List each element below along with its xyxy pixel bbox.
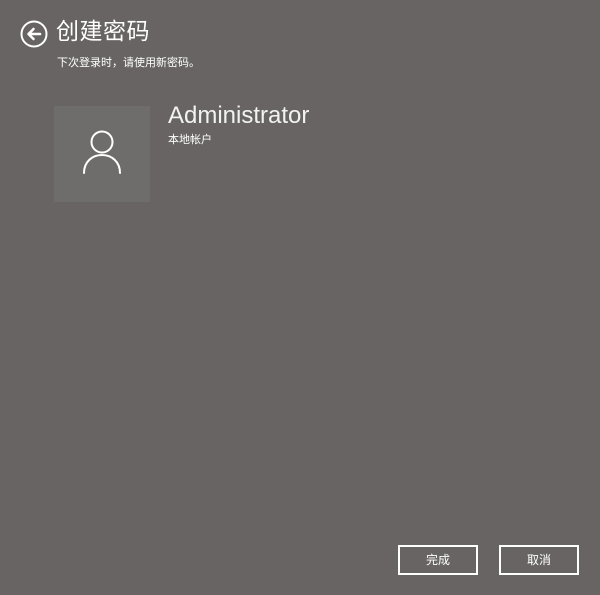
account-type: 本地帐户 <box>168 133 212 146</box>
user-icon <box>83 130 121 174</box>
back-button[interactable] <box>20 20 48 48</box>
account-name: Administrator <box>168 102 310 129</box>
page-title: 创建密码 <box>56 19 150 45</box>
finish-button[interactable]: 完成 <box>398 545 478 575</box>
arrow-left-circle-icon[interactable] <box>20 20 48 48</box>
avatar <box>54 106 150 202</box>
cancel-button[interactable]: 取消 <box>499 545 579 575</box>
page-subtitle: 下次登录时，请使用新密码。 <box>57 56 200 69</box>
